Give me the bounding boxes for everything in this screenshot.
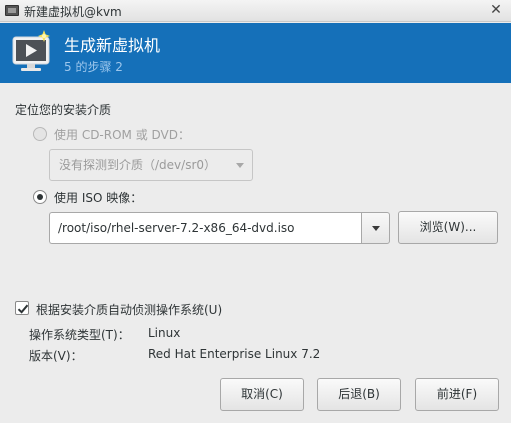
install-media-section-label: 定位您的安装介质: [15, 103, 112, 117]
cdrom-device-value: 没有探测到介质（/dev/sr0）: [59, 158, 217, 172]
cdrom-radio[interactable]: [33, 127, 47, 141]
iso-history-dropdown[interactable]: [361, 212, 390, 244]
app-icon: [5, 5, 19, 16]
os-version-value: Red Hat Enterprise Linux 7.2: [148, 347, 321, 361]
os-type-label: 操作系统类型(T)：: [29, 328, 130, 342]
auto-detect-os-checkbox[interactable]: [15, 301, 29, 315]
forward-button[interactable]: 前进(F): [415, 378, 499, 411]
window-title: 新建虚拟机@kvm: [24, 5, 122, 19]
browse-button[interactable]: 浏览(W)...: [398, 211, 498, 244]
chevron-down-icon: [372, 226, 380, 231]
window-titlebar: 新建虚拟机@kvm ✕: [0, 0, 511, 22]
cdrom-device-combo[interactable]: 没有探测到介质（/dev/sr0）: [49, 149, 253, 181]
auto-detect-os-label: 根据安装介质自动侦测操作系统(U): [36, 303, 223, 317]
os-type-value: Linux: [148, 326, 181, 340]
chevron-down-icon: [236, 163, 244, 168]
iso-radio-label: 使用 ISO 映像：: [54, 191, 143, 205]
os-version-label: 版本(V)：: [29, 349, 83, 363]
iso-radio[interactable]: [33, 190, 47, 204]
wizard-header: 生成新虚拟机 5 的步骤 2: [0, 23, 511, 83]
wizard-title: 生成新虚拟机: [64, 36, 161, 55]
wizard-step-indicator: 5 的步骤 2: [64, 60, 123, 74]
cancel-button[interactable]: 取消(C): [220, 378, 304, 411]
checkmark-icon: [17, 304, 29, 314]
iso-path-input[interactable]: [49, 212, 361, 244]
back-button[interactable]: 后退(B): [317, 378, 401, 411]
monitor-icon: [12, 30, 50, 71]
close-button[interactable]: ✕: [487, 1, 505, 19]
cdrom-radio-label: 使用 CD-ROM 或 DVD：: [54, 128, 191, 142]
